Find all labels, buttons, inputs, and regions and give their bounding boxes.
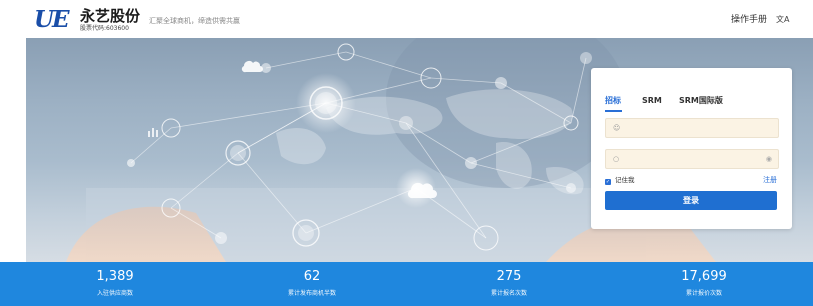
remember-label: 记住我 <box>615 176 635 184</box>
login-panel: 招标 SRM SRM国际版 ☺ ○ ◉ ✓ 记住我 注册 登录 <box>591 68 792 229</box>
password-field[interactable]: ○ ◉ <box>605 149 779 169</box>
user-manual-link[interactable]: 操作手册 <box>731 15 767 25</box>
top-header: UE 永艺股份 股票代码:603600 汇聚全球商机，缔造供需共赢 操作手册 文… <box>0 0 813 38</box>
stat-label: 累计发布商机半数 <box>287 290 336 297</box>
remember-checkbox[interactable]: ✓ <box>605 179 611 185</box>
stat-label: 累计报名次数 <box>490 290 527 297</box>
stat-value: 1,389 <box>96 269 134 284</box>
header-slogan: 汇聚全球商机，缔造供需共赢 <box>149 17 240 25</box>
stat-label: 累计报价次数 <box>685 290 722 297</box>
hero-left-gutter <box>0 38 26 262</box>
username-field[interactable]: ☺ <box>605 118 779 138</box>
stat-quotes: 17,699 累计报价次数 <box>634 269 774 298</box>
tab-srm[interactable]: SRM <box>642 96 662 106</box>
stat-value: 17,699 <box>681 269 727 284</box>
stat-label: 入驻供应商数 <box>96 290 133 297</box>
stat-value: 275 <box>496 269 522 284</box>
stat-opportunities: 62 累计发布商机半数 <box>242 269 382 298</box>
tab-bidding[interactable]: 招标 <box>605 96 621 106</box>
eye-icon[interactable]: ◉ <box>766 154 772 164</box>
stock-code: 股票代码:603600 <box>80 25 129 32</box>
user-icon: ☺ <box>613 124 621 132</box>
company-name: 永艺股份 <box>80 7 141 25</box>
translate-icon[interactable]: 文A <box>776 15 789 25</box>
remember-me[interactable]: ✓ 记住我 <box>605 176 635 185</box>
password-input[interactable] <box>626 151 756 165</box>
active-tab-indicator <box>605 110 622 112</box>
chart-bars-icon <box>148 128 158 137</box>
stat-registrations: 275 累计报名次数 <box>439 269 579 298</box>
stat-suppliers: 1,389 入驻供应商数 <box>45 269 185 298</box>
register-link[interactable]: 注册 <box>763 176 777 184</box>
stat-value: 62 <box>303 269 321 284</box>
stats-bar: 1,389 入驻供应商数 62 累计发布商机半数 275 累计报名次数 17,6… <box>0 262 813 306</box>
lock-icon: ○ <box>613 155 620 163</box>
username-input[interactable] <box>626 120 756 134</box>
hero-banner: 招标 SRM SRM国际版 ☺ ○ ◉ ✓ 记住我 注册 登录 <box>26 38 813 262</box>
tab-srm-international[interactable]: SRM国际版 <box>679 96 723 106</box>
login-button[interactable]: 登录 <box>605 191 777 210</box>
company-logo[interactable]: UE <box>34 8 70 32</box>
